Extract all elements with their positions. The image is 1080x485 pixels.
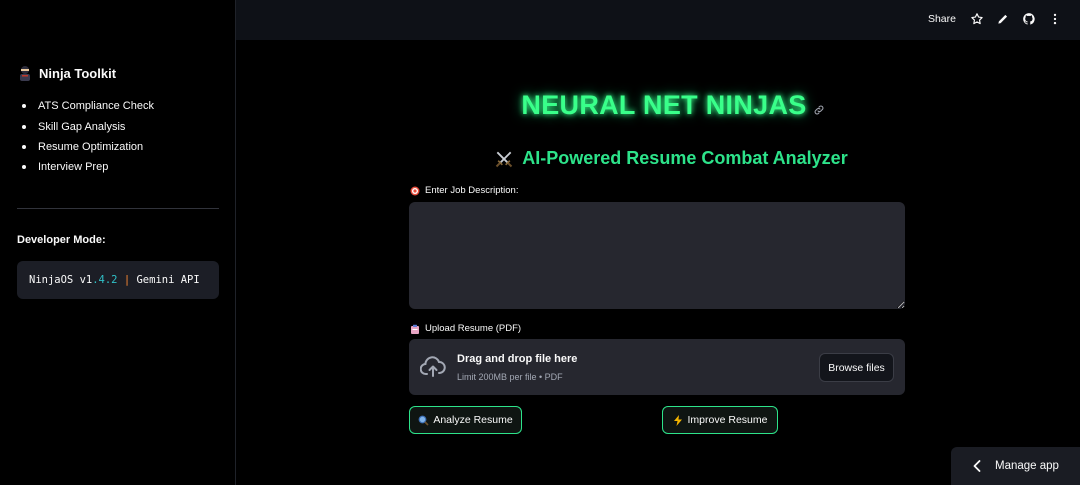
bullet-icon — [22, 124, 26, 129]
anchor-link-icon[interactable] — [813, 103, 825, 115]
sidebar-item-label: Interview Prep — [38, 161, 109, 174]
sidebar-item-skill-gap: Skill Gap Analysis — [20, 116, 154, 136]
top-header: Share — [236, 0, 1080, 40]
sidebar-list: ATS Compliance Check Skill Gap Analysis … — [20, 96, 154, 178]
code-suffix: Gemini API — [136, 274, 200, 286]
title-row: NEURAL NET NINJAS — [236, 90, 1080, 121]
code-separator: | — [117, 274, 137, 286]
job-description-input[interactable] — [409, 202, 905, 309]
sidebar-divider — [17, 208, 219, 209]
bullet-icon — [22, 165, 26, 170]
sidebar-item-resume-optimization: Resume Optimization — [20, 137, 154, 157]
sidebar-title: Ninja Toolkit — [17, 65, 116, 82]
upload-resume-label: Upload Resume (PDF) — [410, 323, 521, 334]
analyze-resume-button[interactable]: Analyze Resume — [409, 406, 522, 434]
more-vert-icon[interactable] — [1048, 12, 1062, 26]
file-dropzone[interactable]: Drag and drop file here Limit 200MB per … — [409, 339, 905, 395]
developer-code-block: NinjaOS v1.4.2 | Gemini API — [17, 261, 219, 299]
sidebar: Ninja Toolkit ATS Compliance Check Skill… — [0, 0, 236, 485]
sidebar-item-label: Skill Gap Analysis — [38, 120, 126, 133]
improve-resume-button[interactable]: Improve Resume — [662, 406, 778, 434]
upload-resume-label-text: Upload Resume (PDF) — [425, 323, 522, 334]
code-prefix: NinjaOS v1 — [29, 274, 93, 286]
manage-app-label: Manage app — [995, 460, 1059, 472]
sidebar-item-label: Resume Optimization — [38, 140, 144, 153]
job-description-label: Enter Job Description: — [410, 185, 518, 196]
clipboard-icon — [410, 324, 420, 334]
magnifier-icon — [418, 415, 429, 426]
sidebar-item-ats: ATS Compliance Check — [20, 96, 154, 116]
browse-files-button[interactable]: Browse files — [819, 353, 894, 382]
sidebar-item-label: ATS Compliance Check — [38, 100, 154, 113]
target-icon — [410, 186, 420, 196]
star-icon[interactable] — [970, 12, 984, 26]
page-subtitle: AI-Powered Resume Combat Analyzer — [522, 148, 848, 168]
analyze-resume-label: Analyze Resume — [433, 414, 513, 426]
share-button[interactable]: Share — [928, 13, 956, 25]
github-icon[interactable] — [1022, 12, 1036, 26]
page-title: NEURAL NET NINJAS — [521, 90, 807, 120]
sidebar-item-interview-prep: Interview Prep — [20, 157, 154, 177]
pencil-icon[interactable] — [996, 12, 1010, 26]
developer-mode-heading: Developer Mode: — [17, 234, 106, 246]
manage-app-button[interactable]: Manage app — [951, 447, 1080, 485]
drag-drop-text: Drag and drop file here — [457, 353, 578, 365]
main-content: NEURAL NET NINJAS AI-Powered Resume Comb… — [236, 40, 1080, 485]
crossed-swords-icon — [494, 149, 514, 169]
code-version: .4.2 — [92, 274, 118, 286]
subtitle-row: AI-Powered Resume Combat Analyzer — [236, 148, 1080, 169]
chevron-left-icon — [973, 460, 981, 472]
cloud-upload-icon — [419, 356, 446, 378]
bullet-icon — [22, 104, 26, 109]
lightning-icon — [673, 415, 683, 426]
file-limit-text: Limit 200MB per file • PDF — [457, 372, 563, 382]
bullet-icon — [22, 144, 26, 149]
ninja-icon — [17, 65, 33, 82]
job-description-label-text: Enter Job Description: — [425, 185, 519, 196]
sidebar-title-text: Ninja Toolkit — [39, 66, 117, 81]
improve-resume-label: Improve Resume — [687, 414, 768, 426]
header-actions: Share — [928, 12, 1062, 26]
